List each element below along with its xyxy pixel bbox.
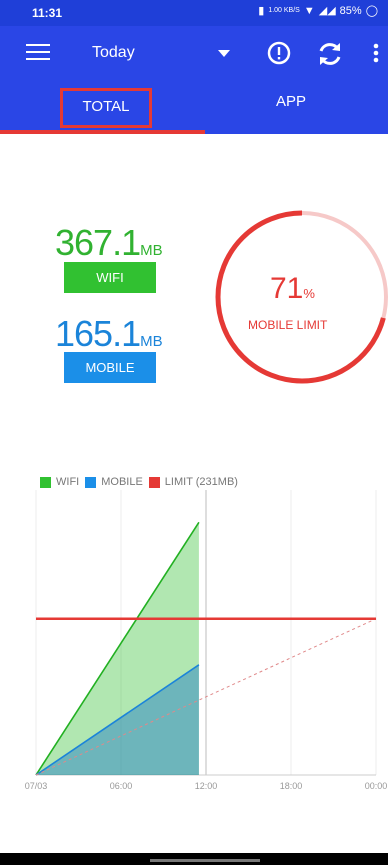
status-bar: 11:31 ▮ 1.00 KB/S ▼ ◢◢ 85% ◯ xyxy=(0,0,388,26)
wifi-unit: MB xyxy=(140,242,163,259)
legend-wifi: WIFI xyxy=(40,476,79,488)
home-handle[interactable] xyxy=(150,859,260,862)
data-speed: 1.00 KB/S xyxy=(268,7,300,14)
more-vert-icon[interactable] xyxy=(372,40,380,66)
vibrate-icon: ▮ xyxy=(258,5,265,17)
legend-limit-swatch xyxy=(148,476,160,488)
signal-icon: ◢◢ xyxy=(318,5,336,17)
gauge-percent-value: 71 xyxy=(270,272,304,305)
legend-mobile-swatch xyxy=(85,476,97,488)
refresh-icon[interactable] xyxy=(316,40,344,68)
gauge-label: MOBILE LIMIT xyxy=(248,318,328,332)
tab-indicator xyxy=(0,130,205,134)
legend-mobile-label: MOBILE xyxy=(101,476,143,488)
usage-chart: 07/03 06:00 12:00 18:00 00:00 xyxy=(25,490,388,791)
gauge-percent-sign: % xyxy=(303,286,315,301)
legend-wifi-swatch xyxy=(40,476,51,488)
chevron-down-icon[interactable] xyxy=(218,50,230,57)
menu-icon[interactable] xyxy=(26,44,50,62)
x-tick-label: 06:00 xyxy=(110,781,133,791)
status-icons: ▮ 1.00 KB/S ▼ ◢◢ 85% ◯ xyxy=(258,4,378,18)
tab-app-label: APP xyxy=(275,93,306,110)
tab-bar: TOTAL APP xyxy=(0,80,388,134)
app-toolbar: Today xyxy=(0,26,388,80)
x-tick-label: 00:00 xyxy=(365,781,388,791)
tab-app[interactable]: APP xyxy=(194,80,388,134)
x-tick-label: 12:00 xyxy=(195,781,218,791)
x-tick-label: 18:00 xyxy=(280,781,303,791)
legend-mobile: MOBILE xyxy=(85,476,143,488)
battery-icon: ◯ xyxy=(365,5,378,17)
chart-legend: WIFI MOBILE LIMIT (231MB) xyxy=(40,476,244,488)
mobile-usage: 165.1MB xyxy=(55,313,163,355)
battery-percent: 85% xyxy=(339,4,362,17)
wifi-usage: 367.1MB xyxy=(55,222,163,264)
tab-total[interactable]: TOTAL xyxy=(0,80,194,134)
wifi-badge: WIFI xyxy=(64,262,156,293)
status-time: 11:31 xyxy=(32,6,63,20)
legend-wifi-label: WIFI xyxy=(56,476,80,488)
gauge-percent: 71% xyxy=(270,272,315,306)
legend-limit-label: LIMIT (231MB) xyxy=(164,476,238,488)
legend-limit: LIMIT (231MB) xyxy=(148,476,238,488)
navigation-bar xyxy=(0,853,388,865)
period-selector[interactable]: Today xyxy=(92,44,135,62)
wifi-amount: 367.1 xyxy=(55,222,141,263)
mobile-unit: MB xyxy=(140,333,163,350)
mobile-badge: MOBILE xyxy=(64,352,156,383)
alert-icon[interactable] xyxy=(266,40,292,66)
wifi-icon: ▼ xyxy=(303,4,315,17)
x-tick-label: 07/03 xyxy=(25,781,48,791)
mobile-amount: 165.1 xyxy=(55,313,141,354)
tab-total-label: TOTAL xyxy=(60,88,152,128)
